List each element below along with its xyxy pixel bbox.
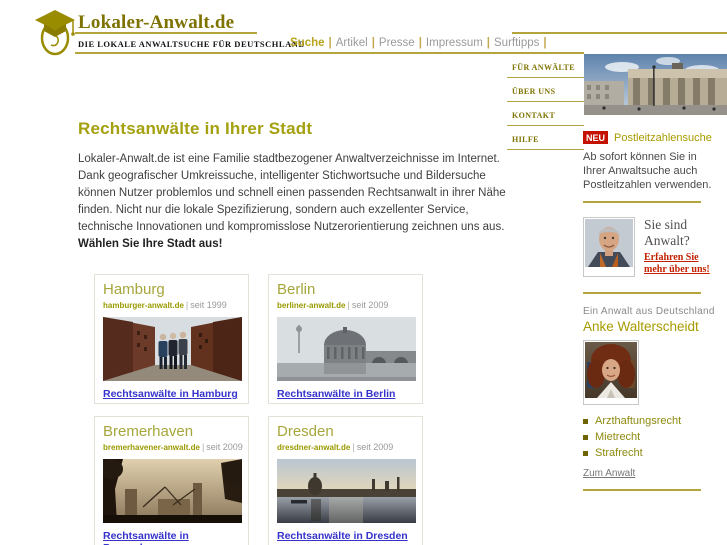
plz-search-text: Ab sofort können Sie in Ihrer Anwaltsuch… xyxy=(583,151,712,191)
featured-lawyer-label: Ein Anwalt aus Deutschland xyxy=(583,306,715,317)
main-content: Rechtsanwälte in Ihrer Stadt Lokaler-Anw… xyxy=(78,119,518,545)
city-link-bremerhaven[interactable]: Rechtsanwälte in Bremerhaven xyxy=(103,530,240,545)
city-since: seit 2009 xyxy=(351,300,389,310)
featured-lawyer-name[interactable]: Anke Walterscheidt xyxy=(583,319,727,334)
meta-separator: | xyxy=(201,442,205,452)
meta-separator: | xyxy=(185,300,189,310)
city-since: seit 2009 xyxy=(356,442,394,452)
square-bullet-icon xyxy=(583,418,588,424)
lawyer-photo-frame xyxy=(583,217,635,277)
lawyer-promo-text: Sie sind Anwalt? Erfahren Sie mehr über … xyxy=(644,217,714,277)
city-name: Dresden xyxy=(277,423,334,440)
nav-item-presse[interactable]: Presse xyxy=(379,37,415,49)
city-name: Berlin xyxy=(277,281,316,298)
lawyer-promo-title: Sie sind Anwalt? xyxy=(644,217,690,248)
city-card-berlin: Berlin berliner-anwalt.de | seit 2009 Re… xyxy=(268,274,423,404)
hamburg-speicherstadt-photo[interactable] xyxy=(103,317,242,381)
square-bullet-icon xyxy=(583,450,588,456)
menu-item-kontakt[interactable]: KONTAKT xyxy=(507,102,584,126)
city-meta: bremerhavener-anwalt.de | seit 2009 xyxy=(103,442,243,453)
neu-badge: NEU xyxy=(583,131,609,144)
city-domain: berliner-anwalt.de xyxy=(277,301,346,310)
city-link-hamburg[interactable]: Rechtsanwälte in Hamburg xyxy=(103,388,238,400)
brandenburg-gate-photo xyxy=(584,54,727,115)
city-name: Bremerhaven xyxy=(103,423,194,440)
city-name: Hamburg xyxy=(103,281,165,298)
nav-item-suche[interactable]: Suche xyxy=(290,37,325,49)
bremerhaven-harbor-photo[interactable] xyxy=(103,459,242,523)
nav-separator: | xyxy=(418,37,422,49)
lawyer-promo: Sie sind Anwalt? Erfahren Sie mehr über … xyxy=(583,217,727,277)
page: Lokaler-Anwalt.de DIE LOKALE ANWALTSUCHE… xyxy=(0,0,727,545)
sidebar: NEU Postleitzahlensuche Ab sofort können… xyxy=(583,131,727,491)
meta-separator: | xyxy=(352,442,355,452)
top-right-divider xyxy=(512,32,727,34)
intro-paragraph: Lokaler-Anwalt.de ist eine Familie stadt… xyxy=(78,151,518,253)
nav-separator: | xyxy=(486,37,491,49)
city-meta: hamburger-anwalt.de | seit 1999 xyxy=(103,300,240,311)
featured-photo-frame xyxy=(583,340,639,405)
sidebar-divider xyxy=(583,201,701,203)
city-card-bremerhaven: Bremerhaven bremerhavener-anwalt.de | seit… xyxy=(94,416,249,545)
city-since: seit 1999 xyxy=(190,300,227,310)
plz-search-title[interactable]: Postleitzahlensuche xyxy=(614,132,712,144)
nav-separator: | xyxy=(328,37,332,49)
nav-item-artikel[interactable]: Artikel xyxy=(336,37,368,49)
featured-lawyer-link[interactable]: Zum Anwalt xyxy=(583,468,635,479)
plz-search-header: NEU Postleitzahlensuche xyxy=(583,131,727,144)
intro-text: Lokaler-Anwalt.de ist eine Familie stadt… xyxy=(78,153,506,233)
nav-separator: | xyxy=(371,37,375,49)
secondary-menu: FÜR ANWÄLTE ÜBER UNS KONTAKT HILFE xyxy=(507,54,584,150)
city-card-dresden: Dresden dresdner-anwalt.de | seit 2009 R… xyxy=(268,416,423,545)
city-meta: dresdner-anwalt.de | seit 2009 xyxy=(277,442,414,453)
city-link-berlin[interactable]: Rechtsanwälte in Berlin xyxy=(277,388,395,400)
nav-item-impressum[interactable]: Impressum xyxy=(426,37,483,49)
dresden-skyline-photo[interactable] xyxy=(277,459,416,523)
lawyer-promo-link[interactable]: Erfahren Sie mehr über uns! xyxy=(644,252,714,276)
sidebar-divider xyxy=(583,292,701,294)
graduation-cap-icon xyxy=(35,10,75,56)
specialty-item[interactable]: Strafrecht xyxy=(583,447,727,459)
nav-separator: | xyxy=(543,37,547,49)
specialty-item[interactable]: Arzthaftungsrecht xyxy=(583,415,727,427)
specialty-item[interactable]: Mietrecht xyxy=(583,431,727,443)
city-domain: bremerhavener-anwalt.de xyxy=(103,443,200,452)
city-domain: hamburger-anwalt.de xyxy=(103,301,184,310)
meta-separator: | xyxy=(347,300,350,310)
anke-walterscheidt-photo xyxy=(585,342,637,398)
city-card-grid: Hamburg hamburger-anwalt.de|seit 1999 xyxy=(94,274,434,545)
square-bullet-icon xyxy=(583,434,588,440)
city-meta: berliner-anwalt.de | seit 2009 xyxy=(277,300,414,311)
menu-item-ueber-uns[interactable]: ÜBER UNS xyxy=(507,78,584,102)
page-title: Rechtsanwälte in Ihrer Stadt xyxy=(78,119,313,138)
main-nav: Suche | Artikel | Presse | Impressum | Surftipps… xyxy=(290,37,551,49)
city-card-hamburg: Hamburg hamburger-anwalt.de|seit 1999 xyxy=(94,274,249,404)
sidebar-divider xyxy=(583,489,701,491)
specialty-list: Arzthaftungsrecht Mietrecht Strafrecht xyxy=(583,415,727,459)
city-domain: dresdner-anwalt.de xyxy=(277,443,351,452)
nav-item-surftipps[interactable]: Surftipps xyxy=(494,37,539,49)
menu-item-fuer-anwaelte[interactable]: FÜR ANWÄLTE xyxy=(507,54,584,78)
lawyer-man-photo xyxy=(585,219,633,267)
intro-cta-text: Wählen Sie Ihre Stadt aus! xyxy=(78,238,223,250)
brand-title[interactable]: Lokaler-Anwalt.de xyxy=(78,12,234,34)
brand-divider xyxy=(75,32,257,34)
menu-item-hilfe[interactable]: HILFE xyxy=(507,126,584,150)
city-link-dresden[interactable]: Rechtsanwälte in Dresden xyxy=(277,530,408,542)
city-since: seit 2009 xyxy=(206,442,243,452)
berlin-bode-museum-photo[interactable] xyxy=(277,317,416,381)
brand-tagline: DIE LOKALE ANWALTSUCHE FÜR DEUTSCHLAND xyxy=(78,39,305,49)
